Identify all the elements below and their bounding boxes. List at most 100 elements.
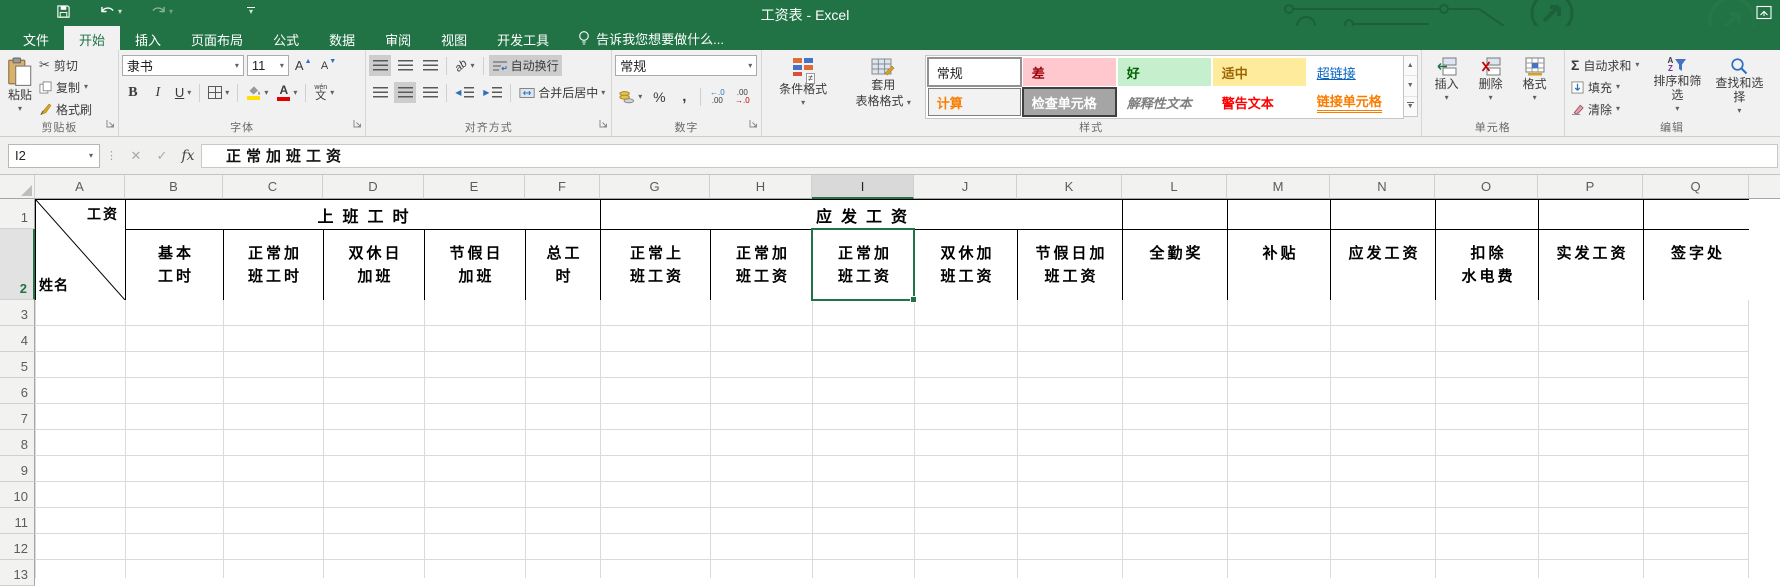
decrease-font-size-button[interactable]: A ▼ bbox=[318, 55, 340, 76]
column-header-J[interactable]: J bbox=[914, 175, 1017, 199]
cut-button[interactable]: ✂ 剪切 bbox=[36, 55, 95, 75]
bottom-align-button[interactable] bbox=[419, 55, 441, 76]
cell-style-check[interactable]: 检查单元格 bbox=[1021, 87, 1117, 117]
conditional-formatting-button[interactable]: ≠ 条件格式 ▾ bbox=[765, 53, 842, 107]
find-select-button[interactable]: 查找和选择 ▾ bbox=[1708, 53, 1770, 115]
font-size-combo[interactable]: 11 ▾ bbox=[246, 55, 289, 76]
cell-E2[interactable]: 节假日 加班 bbox=[424, 229, 525, 300]
row-header-1[interactable]: 1 bbox=[0, 199, 35, 229]
cell-M1[interactable] bbox=[1227, 199, 1330, 229]
ribbon-tab-page-layout[interactable]: 页面布局 bbox=[176, 26, 258, 50]
row-header-9[interactable]: 9 bbox=[0, 456, 35, 482]
cell-style-calculation[interactable]: 计算 bbox=[927, 88, 1021, 116]
cell-M2[interactable]: 补贴 bbox=[1227, 229, 1330, 300]
ribbon-tab-developer[interactable]: 开发工具 bbox=[482, 26, 564, 50]
autosum-button[interactable]: Σ 自动求和 ▾ bbox=[1568, 55, 1642, 75]
cell-style-good[interactable]: 好 bbox=[1117, 58, 1211, 86]
row-header-8[interactable]: 8 bbox=[0, 430, 35, 456]
top-align-button[interactable] bbox=[369, 55, 392, 76]
column-header-B[interactable]: B bbox=[125, 175, 223, 199]
column-header-G[interactable]: G bbox=[600, 175, 710, 199]
cell-G1-K1-merged[interactable]: 应发工资 bbox=[600, 199, 1122, 229]
decrease-indent-button[interactable]: ◀ bbox=[452, 82, 477, 103]
fill-color-dropdown-icon[interactable]: ▾ bbox=[264, 88, 268, 97]
copy-dropdown-icon[interactable]: ▾ bbox=[84, 83, 88, 91]
column-header-M[interactable]: M bbox=[1227, 175, 1330, 199]
cell-style-neutral[interactable]: 适中 bbox=[1212, 58, 1306, 86]
tell-me-box[interactable]: 告诉我您想要做什么... bbox=[564, 26, 738, 50]
cell-C2[interactable]: 正常加 班工时 bbox=[223, 229, 323, 300]
delete-dropdown-icon[interactable]: ▾ bbox=[1489, 93, 1493, 102]
row-header-4[interactable]: 4 bbox=[0, 326, 35, 352]
merge-center-button[interactable]: 合并后居中 ▾ bbox=[516, 82, 608, 103]
enter-button[interactable]: ✓ bbox=[149, 148, 175, 164]
column-header-E[interactable]: E bbox=[424, 175, 525, 199]
format-as-table-button[interactable]: 套用 表格格式 ▾ bbox=[842, 53, 925, 109]
orientation-dropdown-icon[interactable]: ▾ bbox=[471, 61, 475, 70]
ribbon-tab-file[interactable]: 文件 bbox=[8, 26, 64, 50]
ribbon-tab-view[interactable]: 视图 bbox=[426, 26, 482, 50]
underline-button[interactable]: U ▾ bbox=[172, 82, 194, 103]
clipboard-dialog-launcher[interactable] bbox=[106, 115, 115, 133]
find-select-dropdown-icon[interactable]: ▾ bbox=[1737, 106, 1741, 115]
cell-B2[interactable]: 基本 工时 bbox=[125, 229, 223, 300]
cell-O1[interactable] bbox=[1435, 199, 1538, 229]
column-header-I[interactable]: I bbox=[812, 175, 914, 199]
column-header-C[interactable]: C bbox=[223, 175, 323, 199]
fill-button[interactable]: 填充 ▾ bbox=[1568, 77, 1642, 97]
conditional-formatting-dropdown-icon[interactable]: ▾ bbox=[801, 98, 805, 107]
column-header-O[interactable]: O bbox=[1435, 175, 1538, 199]
wrap-text-button[interactable]: 自动换行 bbox=[488, 55, 562, 76]
row-header-3[interactable]: 3 bbox=[0, 300, 35, 326]
font-color-button[interactable]: A ▾ bbox=[274, 82, 300, 103]
formula-input[interactable]: 正常加班工资 bbox=[201, 143, 1778, 168]
column-header-P[interactable]: P bbox=[1538, 175, 1643, 199]
cell-I2[interactable]: 正常加 班工资 bbox=[812, 229, 914, 300]
cell-H2[interactable]: 正常加 班工资 bbox=[710, 229, 812, 300]
ribbon-tab-home[interactable]: 开始 bbox=[64, 26, 121, 50]
row-header-10[interactable]: 10 bbox=[0, 482, 35, 508]
increase-font-size-button[interactable]: A ▲ bbox=[292, 55, 315, 76]
cell-J2[interactable]: 双休加 班工资 bbox=[914, 229, 1017, 300]
number-format-dropdown-icon[interactable]: ▾ bbox=[744, 61, 752, 70]
insert-dropdown-icon[interactable]: ▾ bbox=[1445, 93, 1449, 102]
merge-center-dropdown-icon[interactable]: ▾ bbox=[601, 88, 605, 97]
increase-indent-button[interactable]: ▶ bbox=[480, 82, 505, 103]
orientation-button[interactable]: ab ▾ bbox=[452, 55, 477, 76]
align-center-button[interactable] bbox=[394, 82, 417, 103]
format-as-table-dropdown-icon[interactable]: ▾ bbox=[907, 98, 911, 107]
column-header-K[interactable]: K bbox=[1017, 175, 1122, 199]
comma-style-button[interactable]: , bbox=[673, 86, 695, 107]
accounting-format-button[interactable]: ▾ bbox=[615, 86, 645, 107]
bold-button[interactable]: B bbox=[122, 82, 144, 103]
formula-bar-splitter[interactable]: ⋮ bbox=[106, 149, 117, 162]
cell-L1[interactable] bbox=[1122, 199, 1227, 229]
select-all-corner[interactable] bbox=[0, 175, 35, 199]
cell-Q2[interactable]: 签字处 bbox=[1643, 229, 1749, 300]
column-header-L[interactable]: L bbox=[1122, 175, 1227, 199]
borders-dropdown-icon[interactable]: ▾ bbox=[225, 88, 229, 97]
gallery-scroll-down-icon[interactable]: ▼ bbox=[1403, 76, 1417, 97]
phonetic-guide-button[interactable]: wén 文 ▾ bbox=[311, 82, 337, 103]
ribbon-tab-review[interactable]: 审阅 bbox=[370, 26, 426, 50]
ribbon-display-options-icon[interactable] bbox=[1756, 5, 1772, 20]
ribbon-tab-insert[interactable]: 插入 bbox=[120, 26, 176, 50]
cell-N2[interactable]: 应发工资 bbox=[1330, 229, 1435, 300]
cell-A1-A2-diagonal[interactable]: 工资 姓名 bbox=[35, 199, 125, 300]
accounting-dropdown-icon[interactable]: ▾ bbox=[638, 92, 642, 101]
row-header-5[interactable]: 5 bbox=[0, 352, 35, 378]
column-header-N[interactable]: N bbox=[1330, 175, 1435, 199]
clear-button[interactable]: 清除 ▾ bbox=[1568, 99, 1642, 119]
format-dropdown-icon[interactable]: ▾ bbox=[1533, 93, 1537, 102]
ribbon-tab-data[interactable]: 数据 bbox=[314, 26, 370, 50]
cell-style-bad[interactable]: 差 bbox=[1022, 58, 1116, 86]
fill-color-button[interactable]: ▾ bbox=[243, 82, 271, 103]
format-cells-button[interactable]: 格式 ▾ bbox=[1513, 53, 1557, 102]
phonetic-dropdown-icon[interactable]: ▾ bbox=[330, 88, 334, 97]
format-painter-button[interactable]: 格式刷 bbox=[36, 99, 95, 119]
autosum-dropdown-icon[interactable]: ▾ bbox=[1635, 61, 1639, 69]
font-dialog-launcher[interactable] bbox=[353, 115, 362, 133]
insert-cells-button[interactable]: 插入 ▾ bbox=[1425, 53, 1469, 102]
name-box-dropdown-icon[interactable]: ▾ bbox=[89, 151, 93, 160]
alignment-dialog-launcher[interactable] bbox=[599, 115, 608, 133]
